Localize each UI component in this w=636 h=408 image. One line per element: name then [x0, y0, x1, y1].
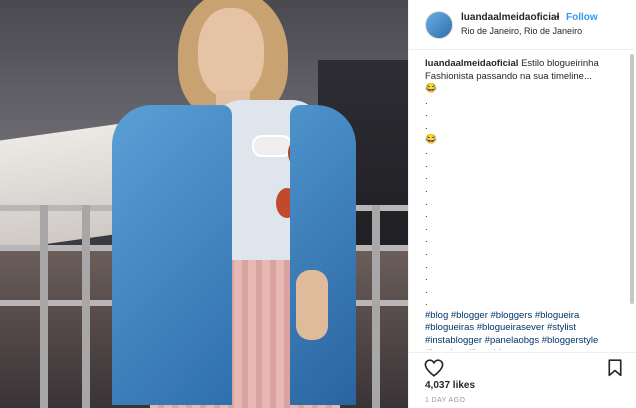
photo-denim-jacket	[290, 105, 356, 405]
follow-button[interactable]: Follow	[566, 12, 598, 23]
post-actions: 4,037 likes 1 DAY AGO	[409, 352, 636, 408]
caption-dot: .	[425, 246, 428, 258]
photo-denim-jacket	[112, 105, 232, 405]
caption-username[interactable]: luandaalmeidaoficial	[425, 58, 518, 69]
caption-emoji: 😂	[425, 83, 437, 95]
photo-sunglasses	[252, 135, 292, 157]
post-timestamp[interactable]: 1 DAY AGO	[425, 397, 465, 404]
bookmark-icon[interactable]	[607, 359, 623, 377]
post-container: luandaalmeidaoficial • Follow Rio de Jan…	[0, 0, 636, 408]
caption-dot: .	[425, 196, 428, 208]
caption-dot: .	[425, 158, 428, 170]
caption-dot: .	[425, 234, 428, 246]
caption: luandaalmeidaoficial Estilo blogueirinha…	[425, 58, 625, 350]
caption-dot: .	[425, 221, 428, 233]
caption-emoji: 😂	[425, 133, 437, 145]
heart-icon[interactable]	[424, 359, 444, 377]
caption-dot: .	[425, 146, 428, 158]
caption-dot: .	[425, 95, 428, 107]
caption-scrollbar[interactable]	[630, 54, 634, 304]
caption-dot: .	[425, 120, 428, 132]
likes-count[interactable]: 4,037 likes	[425, 380, 475, 391]
caption-dot: .	[425, 171, 428, 183]
post-header: luandaalmeidaoficial • Follow Rio de Jan…	[409, 0, 636, 50]
caption-dot: .	[425, 272, 428, 284]
username-link[interactable]: luandaalmeidaoficial	[461, 12, 559, 23]
photo-hand	[296, 270, 328, 340]
post-photo[interactable]	[0, 0, 408, 408]
caption-dot: .	[425, 259, 428, 271]
photo-face	[198, 8, 264, 98]
caption-dot: .	[425, 209, 428, 221]
caption-dot: .	[425, 284, 428, 296]
location-link[interactable]: Rio de Janeiro, Rio de Janeiro	[461, 26, 582, 36]
profile-avatar[interactable]	[425, 11, 453, 39]
photo-railing-post	[82, 205, 90, 408]
caption-hashtags[interactable]: #blog #blogger #bloggers #blogueira #blo…	[425, 310, 625, 350]
photo-railing-post	[40, 205, 48, 408]
post-sidebar: luandaalmeidaoficial • Follow Rio de Jan…	[408, 0, 636, 408]
separator-dot: •	[556, 12, 560, 23]
caption-dot: .	[425, 108, 428, 120]
photo-railing-post	[372, 205, 380, 408]
caption-dot: .	[425, 297, 428, 309]
caption-dot: .	[425, 183, 428, 195]
